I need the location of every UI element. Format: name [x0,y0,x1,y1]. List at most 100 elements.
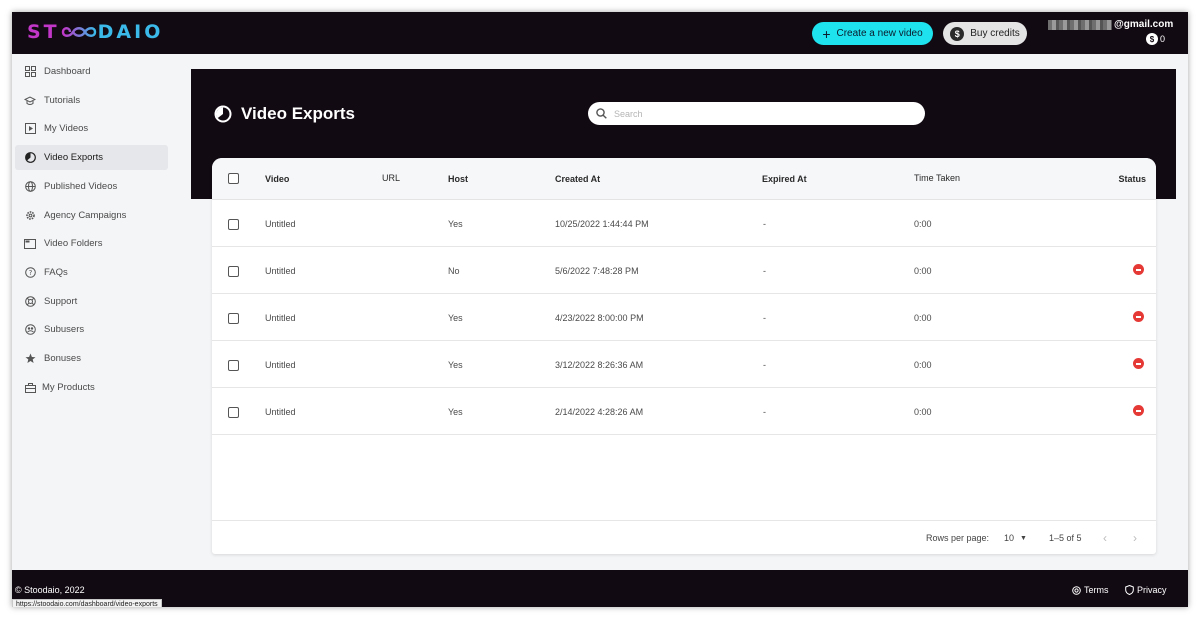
user-email[interactable]: @gmail.com [1048,19,1173,30]
sidebar-item-label: My Products [42,382,95,393]
sidebar-item-label: FAQs [44,267,68,278]
dollar-coin-icon: $ [950,26,965,41]
pagination-range: 1–5 of 5 [1049,533,1082,543]
cell-created-at: 4/23/2022 8:00:00 PM [555,313,644,323]
terms-link[interactable]: Terms [1072,585,1109,595]
sidebar-item-video-folders[interactable]: Video Folders [15,231,168,256]
lifebuoy-icon [24,296,36,308]
create-video-button[interactable]: + Create a new video [812,22,933,45]
cell-video: Untitled [265,219,296,229]
rows-per-page-value: 10 [1004,533,1015,543]
cell-expired-at: - [763,407,766,417]
buy-credits-button[interactable]: $ Buy credits [943,22,1027,45]
cell-video: Untitled [265,407,296,417]
sidebar-item-my-videos[interactable]: My Videos [15,116,168,141]
copyright-circle-icon [1072,585,1081,595]
column-header-host[interactable]: Host [448,174,468,184]
row-checkbox[interactable] [228,219,239,230]
question-icon: ? [24,267,36,279]
sidebar-item-video-exports[interactable]: Video Exports [15,145,168,170]
dashboard-icon [24,66,36,78]
export-pie-icon [214,105,232,123]
cell-host: Yes [448,219,463,229]
plus-icon: + [822,25,831,42]
column-header-status[interactable]: Status [1118,174,1146,184]
buy-credits-label: Buy credits [970,28,1020,39]
status-error-icon[interactable] [1133,264,1144,275]
cell-video: Untitled [265,313,296,323]
rows-per-page-label: Rows per page: [926,533,990,543]
sidebar-item-label: My Videos [44,123,89,134]
cell-time-taken: 0:00 [914,407,932,417]
logo-text-left: ST [27,21,60,43]
page-title-text: Video Exports [241,104,355,123]
shield-icon [1125,585,1134,595]
row-checkbox[interactable] [228,313,239,324]
email-suffix: @gmail.com [1114,19,1174,30]
sidebar-item-bonuses[interactable]: Bonuses [15,346,168,371]
cell-video: Untitled [265,360,296,370]
sidebar-item-agency-campaigns[interactable]: Agency Campaigns [15,203,168,228]
status-error-icon[interactable] [1133,405,1144,416]
sidebar-item-dashboard[interactable]: Dashboard [15,59,168,84]
status-error-icon[interactable] [1133,311,1144,322]
column-header-video[interactable]: Video [265,174,289,184]
table-row[interactable]: Untitled Yes 3/12/2022 8:26:36 AM - 0:00 [212,341,1156,388]
column-header-created-at[interactable]: Created At [555,174,600,184]
prev-page-button[interactable]: ‹ [1103,531,1107,545]
table-row[interactable]: Untitled Yes 2/14/2022 4:28:26 AM - 0:00 [212,388,1156,435]
app-window: ST DAIO + Create a new video $ Buy credi… [12,12,1188,607]
table-header: Video URL Host Created At Expired At Tim… [212,158,1156,200]
exports-table: Video URL Host Created At Expired At Tim… [212,158,1156,554]
sidebar: Dashboard Tutorials My Videos Video Expo… [12,54,182,570]
copyright-text: © Stoodaio, 2022 [15,585,85,595]
search-input[interactable] [614,108,904,119]
svg-text:?: ? [28,269,32,277]
select-all-checkbox[interactable] [228,173,239,184]
sidebar-item-subusers[interactable]: Subusers [15,317,168,342]
search-box[interactable] [588,102,925,125]
cell-created-at: 5/6/2022 7:48:28 PM [555,266,639,276]
globe-icon [24,181,36,193]
table-row[interactable]: Untitled Yes 4/23/2022 8:00:00 PM - 0:00 [212,294,1156,341]
infinity-logo-icon [61,27,96,37]
column-header-time-taken: Time Taken [914,173,961,183]
dollar-coin-icon: $ [1146,33,1158,45]
column-header-url: URL [382,173,401,183]
sidebar-item-my-products[interactable]: My Products [15,375,168,400]
next-page-button[interactable]: › [1133,531,1137,545]
status-error-icon[interactable] [1133,358,1144,369]
cell-time-taken: 0:00 [914,360,932,370]
table-row[interactable]: Untitled No 5/6/2022 7:48:28 PM - 0:00 [212,247,1156,294]
redacted-email-blur [1048,19,1112,30]
sidebar-item-faqs[interactable]: ? FAQs [15,260,168,285]
privacy-link[interactable]: Privacy [1125,585,1167,595]
sidebar-item-label: Video Exports [44,152,103,163]
brand-logo[interactable]: ST DAIO [27,21,163,43]
rows-per-page-select[interactable]: 10 ▼ [1004,533,1027,543]
sidebar-item-label: Bonuses [44,353,81,364]
credit-balance: $ 0 [1146,33,1165,45]
logo-text-right: DAIO [97,21,164,43]
top-bar: ST DAIO + Create a new video $ Buy credi… [12,12,1188,54]
sidebar-item-support[interactable]: Support [15,289,168,314]
row-checkbox[interactable] [228,360,239,371]
row-checkbox[interactable] [228,266,239,277]
table-pagination: Rows per page: 10 ▼ 1–5 of 5 ‹ › [212,520,1156,554]
column-header-expired-at[interactable]: Expired At [762,174,807,184]
sidebar-item-label: Support [44,296,78,307]
cell-host: Yes [448,407,463,417]
privacy-label: Privacy [1137,585,1167,595]
cell-host: No [448,266,460,276]
cell-expired-at: - [763,313,766,323]
cell-time-taken: 0:00 [914,219,932,229]
sidebar-item-published-videos[interactable]: Published Videos [15,174,168,199]
star-icon [24,353,36,365]
sidebar-item-tutorials[interactable]: Tutorials [15,88,168,113]
briefcase-icon [24,382,36,394]
credit-count: 0 [1160,34,1166,44]
folder-window-icon [24,238,36,250]
row-checkbox[interactable] [228,407,239,418]
table-row[interactable]: Untitled Yes 10/25/2022 1:44:44 PM - 0:0… [212,200,1156,247]
sidebar-item-label: Subusers [44,324,85,335]
